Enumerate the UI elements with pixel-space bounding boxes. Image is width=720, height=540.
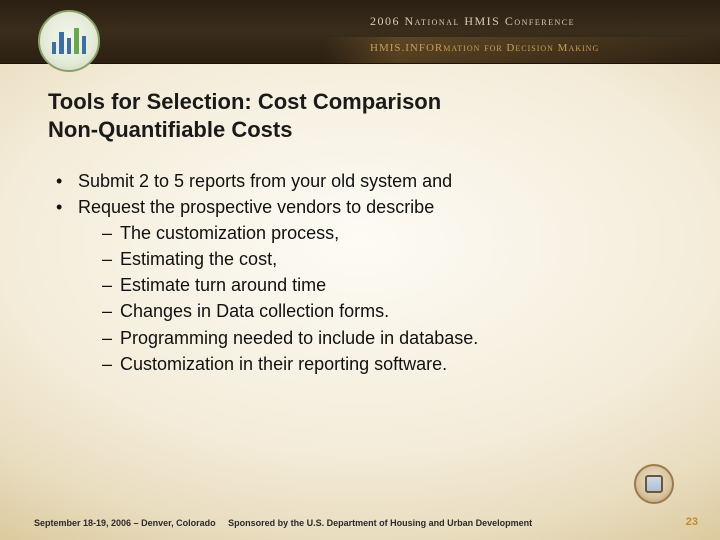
sub-bullet-item: Customization in their reporting softwar… — [78, 351, 660, 377]
footer-text: September 18-19, 2006 – Denver, Colorado… — [34, 518, 532, 528]
bullet-item: Request the prospective vendors to descr… — [50, 194, 660, 377]
conference-tagline: HMIS.INFORmation for Decision Making — [370, 42, 599, 54]
footer-sponsor: Sponsored by the U.S. Department of Hous… — [228, 518, 532, 528]
page-number: 23 — [686, 516, 698, 528]
header-band: 2006 National HMIS Conference HMIS.INFOR… — [0, 0, 720, 64]
seal-bars-icon — [52, 28, 86, 54]
sub-bullet-item: Changes in Data collection forms. — [78, 298, 660, 324]
footer-seal-icon — [634, 464, 674, 504]
sub-bullet-list: The customization process, Estimating th… — [78, 220, 660, 377]
sub-bullet-item: Programming needed to include in databas… — [78, 325, 660, 351]
title-line-1: Tools for Selection: Cost Comparison — [48, 89, 441, 114]
sub-bullet-item: Estimate turn around time — [78, 272, 660, 298]
slide-body: Submit 2 to 5 reports from your old syst… — [50, 168, 660, 377]
sub-bullet-item: Estimating the cost, — [78, 246, 660, 272]
footer-date-location: September 18-19, 2006 – Denver, Colorado — [34, 518, 216, 528]
bullet-list: Submit 2 to 5 reports from your old syst… — [50, 168, 660, 377]
slide-footer: September 18-19, 2006 – Denver, Colorado… — [0, 504, 720, 540]
slide-title: Tools for Selection: Cost Comparison Non… — [48, 88, 672, 143]
conference-title: 2006 National HMIS Conference — [370, 14, 575, 29]
bullet-item: Submit 2 to 5 reports from your old syst… — [50, 168, 660, 194]
title-line-2: Non-Quantifiable Costs — [48, 117, 292, 142]
hud-seal-icon — [38, 10, 100, 72]
sub-bullet-item: The customization process, — [78, 220, 660, 246]
bullet-text: Request the prospective vendors to descr… — [78, 197, 434, 217]
slide: 2006 National HMIS Conference HMIS.INFOR… — [0, 0, 720, 540]
